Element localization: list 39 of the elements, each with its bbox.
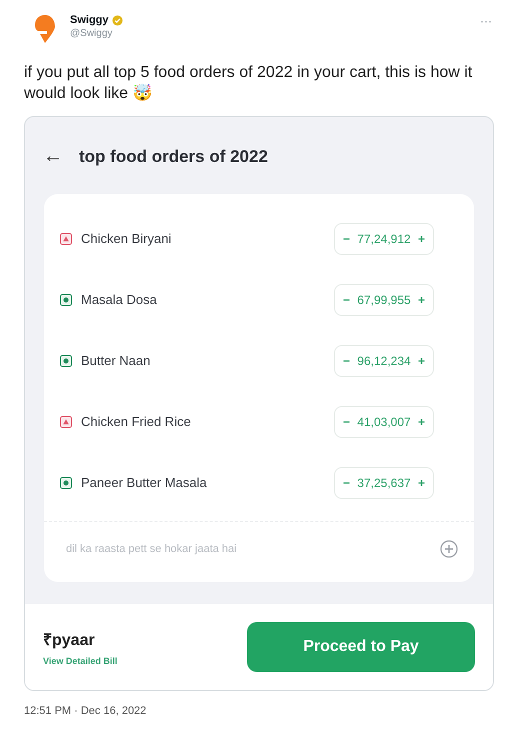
plus-button[interactable]: + xyxy=(418,476,425,490)
minus-button[interactable]: − xyxy=(343,354,350,368)
quantity-stepper[interactable]: − 96,12,234 + xyxy=(334,344,434,376)
more-options[interactable]: ··· xyxy=(480,14,492,28)
item-name: Butter Naan xyxy=(81,353,152,368)
logo-icon xyxy=(34,14,56,44)
note-field[interactable]: dil ka raasta pett se hokar jaata hai xyxy=(64,542,440,556)
minus-button[interactable]: − xyxy=(343,414,350,428)
quantity-stepper[interactable]: − 67,99,955 + xyxy=(334,284,434,316)
pay-button[interactable]: Proceed to Pay xyxy=(247,622,475,672)
item-name: Chicken Biryani xyxy=(81,231,172,246)
tweet-text: if you put all top 5 food orders of 2022 in your cart, this is how it would look like 🤯 xyxy=(24,63,474,104)
back-button[interactable]: ← xyxy=(43,145,63,168)
quantity-stepper[interactable]: − 77,24,912 + xyxy=(334,222,434,254)
account-name[interactable]: Swiggy xyxy=(70,14,109,26)
quantity: 41,03,007 xyxy=(357,414,411,428)
plus-button[interactable]: + xyxy=(418,354,425,368)
quantity: 96,12,234 xyxy=(357,354,411,368)
minus-button[interactable]: − xyxy=(343,476,350,490)
total-price: ₹pyaar xyxy=(43,631,96,650)
tweet-time: 12:51 PM · Dec 16, 2022 xyxy=(24,705,148,717)
verified-badge-icon xyxy=(112,14,123,26)
bill-link[interactable]: View Detailed Bill xyxy=(43,656,118,666)
minus-button[interactable]: − xyxy=(343,232,350,246)
plus-button[interactable]: + xyxy=(418,232,425,246)
screen-title: top food orders of 2022 xyxy=(79,146,268,166)
plus-button[interactable]: + xyxy=(418,292,425,306)
minus-button[interactable]: − xyxy=(343,292,350,306)
quantity: 67,99,955 xyxy=(357,292,411,306)
item-name: Chicken Fried Rice xyxy=(81,414,192,429)
add-icon[interactable] xyxy=(440,540,458,558)
quantity: 77,24,912 xyxy=(357,232,411,246)
account-handle: @Swiggy xyxy=(70,28,114,39)
item-name: Masala Dosa xyxy=(81,292,158,307)
quantity-stepper[interactable]: − 41,03,007 + xyxy=(334,406,434,438)
quantity: 37,25,637 xyxy=(357,476,411,490)
plus-button[interactable]: + xyxy=(418,414,425,428)
item-name: Paneer Butter Masala xyxy=(81,475,208,490)
quantity-stepper[interactable]: − 37,25,637 + xyxy=(334,466,434,498)
